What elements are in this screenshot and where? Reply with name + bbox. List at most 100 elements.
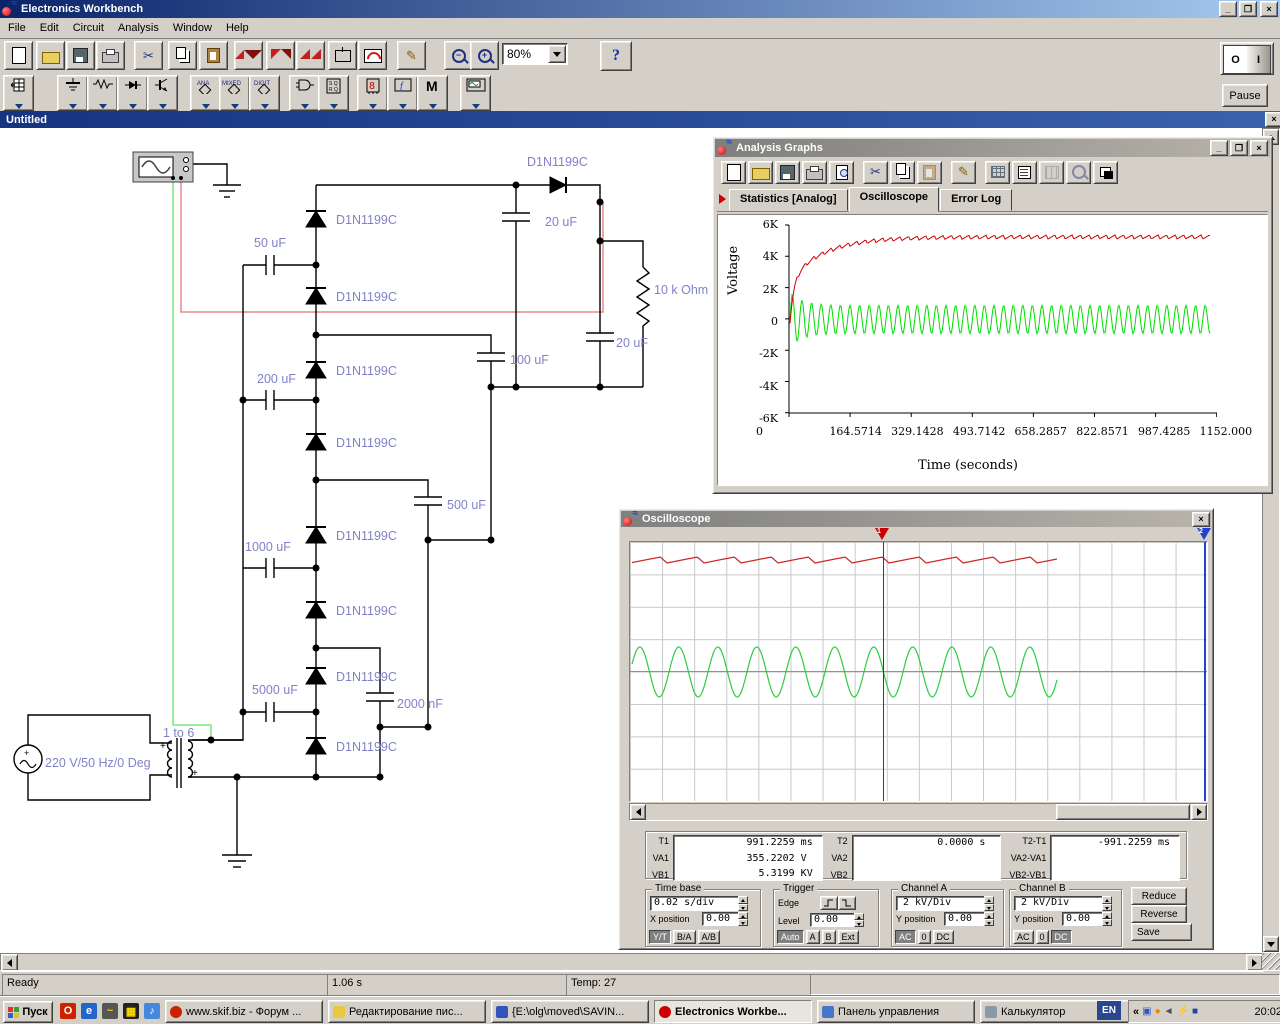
trigger-edge-rising-button[interactable] — [820, 896, 838, 910]
menu-help[interactable]: Help — [226, 22, 249, 34]
menu-file[interactable]: File — [8, 22, 26, 34]
reverse-button[interactable]: Reverse — [1131, 905, 1187, 923]
copy-button[interactable] — [168, 41, 197, 70]
flip-vertical-button[interactable] — [296, 41, 325, 70]
scope-scrollbar-thumb[interactable] — [1056, 804, 1190, 820]
diodes-bin-button[interactable] — [117, 75, 148, 111]
document-close-button[interactable]: × — [1265, 112, 1280, 127]
pause-button[interactable]: Pause — [1222, 84, 1268, 107]
trigger-level-field[interactable]: 0.00 — [810, 913, 855, 927]
miscellaneous-bin-button[interactable]: M — [417, 75, 448, 111]
analysis-toggle-grid-button[interactable] — [985, 161, 1010, 184]
channel-b-ac-button[interactable]: AC — [1013, 930, 1034, 944]
cursor2-line[interactable] — [1204, 542, 1206, 801]
instruments-bin-button[interactable] — [460, 75, 491, 111]
timebase-scale-spinner[interactable] — [738, 896, 748, 911]
channel-a-ypos-spinner[interactable] — [984, 912, 994, 926]
diode-top[interactable] — [550, 177, 566, 193]
transistors-bin-button[interactable] — [147, 75, 178, 111]
display-graphs-button[interactable] — [358, 41, 387, 70]
save-button[interactable] — [66, 41, 95, 70]
quicklaunch-winamp-icon[interactable]: ~ — [102, 1003, 118, 1019]
trigger-auto-button[interactable]: Auto — [777, 930, 804, 944]
probe-wire-green[interactable] — [173, 181, 211, 740]
analysis-print-button[interactable] — [802, 161, 827, 184]
diode-stack[interactable] — [306, 177, 566, 754]
analysis-paste-button[interactable] — [917, 161, 942, 184]
task-console[interactable]: {E:\olg\moved\SAVIN... — [491, 1000, 649, 1023]
power-switch[interactable]: O I — [1220, 42, 1274, 75]
timebase-yt-button[interactable]: Y/T — [649, 930, 671, 944]
tab-oscilloscope[interactable]: Oscilloscope — [849, 187, 939, 212]
timebase-ba-button[interactable]: B/A — [673, 930, 696, 944]
analysis-save-button[interactable] — [775, 161, 800, 184]
task-control-panel[interactable]: Панель управления — [817, 1000, 975, 1023]
tab-statistics-analog-[interactable]: Statistics [Analog] — [729, 189, 848, 211]
print-button[interactable] — [96, 41, 125, 70]
channel-b-scale-spinner[interactable] — [1102, 896, 1112, 911]
close-button[interactable]: × — [1260, 1, 1278, 17]
timebase-xpos-spinner[interactable] — [738, 912, 748, 926]
analysis-minimize-button[interactable]: _ — [1210, 140, 1228, 156]
logic-gates-bin-button[interactable] — [289, 75, 320, 111]
analysis-toggle-cursors-button[interactable] — [1039, 161, 1064, 184]
channel-b-dc-button[interactable]: DC — [1051, 930, 1072, 944]
trigger-edge-falling-button[interactable] — [838, 896, 856, 910]
analysis-toggle-legend-button[interactable] — [1012, 161, 1037, 184]
controls-bin-button[interactable]: f — [387, 75, 418, 111]
channel-b-0-button[interactable]: 0 — [1036, 930, 1049, 944]
tray-antivirus-icon[interactable]: ● — [1155, 1006, 1161, 1017]
digital-bin-button[interactable]: S QR Q — [318, 75, 349, 111]
tray-scheduler-icon[interactable]: ⚡ — [1177, 1006, 1189, 1017]
analysis-maximize-button[interactable]: ❐ — [1230, 140, 1248, 156]
zoom-combo-dropdown-icon[interactable] — [548, 45, 566, 63]
trigger-a-button[interactable]: A — [806, 930, 820, 944]
analog-ics-bin-button[interactable]: ANA — [190, 75, 221, 111]
channel-a-scale-spinner[interactable] — [984, 896, 994, 911]
help-button[interactable]: ? — [600, 41, 632, 71]
cursor1-line[interactable] — [883, 542, 884, 801]
timebase-ab-button[interactable]: A/B — [698, 930, 721, 944]
scope-close-button[interactable]: × — [1192, 512, 1210, 527]
start-button[interactable]: Пуск — [3, 1001, 53, 1023]
channel-a-ac-button[interactable]: AC — [895, 930, 916, 944]
oscilloscope-component[interactable] — [133, 152, 193, 182]
sources-bin-button[interactable] — [57, 75, 88, 111]
analysis-zoom-button[interactable] — [1066, 161, 1091, 184]
quicklaunch-opera-icon[interactable]: O — [60, 1003, 76, 1019]
zoom-out-button[interactable]: − — [444, 41, 473, 70]
task-ewb[interactable]: Electronics Workbe... — [654, 1000, 812, 1023]
analysis-close-button[interactable]: × — [1250, 140, 1268, 156]
menu-circuit[interactable]: Circuit — [73, 22, 104, 34]
tray-volume-icon[interactable]: ◄ — [1164, 1006, 1174, 1017]
menu-edit[interactable]: Edit — [40, 22, 59, 34]
task-mail[interactable]: Редактирование пис... — [328, 1000, 486, 1023]
save-button[interactable]: Save — [1131, 923, 1192, 941]
ac-source[interactable]: + — [14, 745, 42, 773]
indicators-bin-button[interactable]: 8 — [357, 75, 388, 111]
basic-bin-button[interactable] — [87, 75, 118, 111]
channel-a-dc-button[interactable]: DC — [933, 930, 954, 944]
channel-a-0-button[interactable]: 0 — [918, 930, 931, 944]
scope-scrollbar[interactable] — [629, 803, 1208, 821]
favorites-bin-button[interactable] — [3, 75, 34, 111]
quicklaunch-media-player-icon[interactable]: ♪ — [144, 1003, 160, 1019]
analysis-print-preview-button[interactable] — [829, 161, 854, 184]
zoom-in-button[interactable]: + — [470, 41, 499, 70]
channel-a-ypos-field[interactable]: 0.00 — [944, 912, 985, 926]
analysis-copy-button[interactable] — [890, 161, 915, 184]
open-button[interactable] — [36, 41, 65, 70]
trigger-level-spinner[interactable] — [854, 913, 864, 927]
restore-button[interactable]: ❐ — [1239, 1, 1257, 17]
analysis-restore-button[interactable] — [1093, 161, 1118, 184]
tray-clock[interactable]: 20:02 — [1254, 1006, 1280, 1018]
create-subcircuit-button[interactable] — [328, 41, 357, 70]
zoom-level-combo[interactable]: 80% — [502, 43, 568, 65]
minimize-button[interactable]: _ — [1219, 1, 1237, 17]
tray-updates-icon[interactable]: ■ — [1192, 1006, 1198, 1017]
rotate-button[interactable] — [234, 41, 263, 70]
new-button[interactable] — [4, 41, 33, 70]
channel-b-ypos-field[interactable]: 0.00 — [1062, 912, 1103, 926]
language-indicator[interactable]: EN — [1097, 1001, 1121, 1020]
tray-chevron[interactable]: « — [1133, 1006, 1139, 1018]
